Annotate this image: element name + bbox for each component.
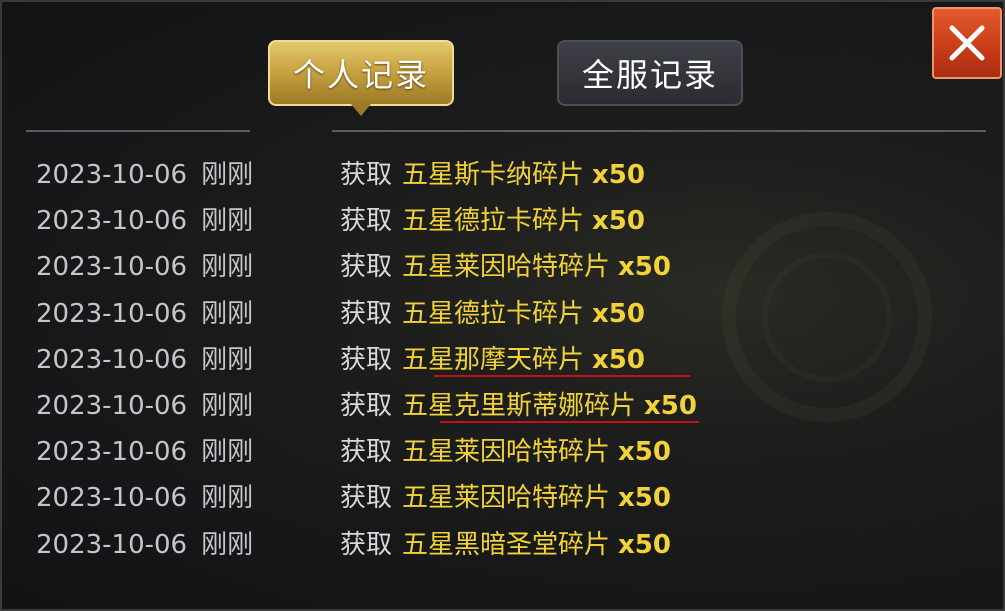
highlight-underline — [434, 375, 691, 377]
record-qty: x50 — [644, 390, 697, 421]
record-date: 2023-10-06 — [36, 437, 188, 468]
record-detail-row: 获取 五星黑暗圣堂碎片 x50 — [340, 524, 940, 570]
record-detail-row: 获取 五星德拉卡碎片 x50 — [340, 200, 940, 246]
record-qty: x50 — [592, 298, 645, 329]
record-time-row: 2023-10-06 刚刚 — [36, 293, 256, 339]
record-item: 五星德拉卡碎片 — [402, 206, 585, 237]
record-date: 2023-10-06 — [36, 344, 188, 375]
tab-server-label: 全服记录 — [581, 56, 718, 94]
record-verb: 获取 — [340, 390, 393, 421]
highlight-underline — [440, 421, 699, 423]
record-ago: 刚刚 — [201, 529, 254, 560]
record-time-row: 2023-10-06 刚刚 — [36, 154, 256, 200]
header-divider-right — [332, 130, 986, 132]
record-qty: x50 — [618, 529, 671, 560]
record-verb: 获取 — [340, 529, 393, 560]
record-time-row: 2023-10-06 刚刚 — [36, 246, 256, 292]
record-time-row: 2023-10-06 刚刚 — [36, 431, 256, 477]
tab-personal-records[interactable]: 个人记录 — [268, 40, 454, 116]
record-verb: 获取 — [340, 160, 393, 190]
record-detail-row: 获取 五星莱因哈特碎片 x50 — [340, 431, 940, 477]
record-verb: 获取 — [340, 252, 393, 283]
record-qty: x50 — [618, 252, 671, 283]
close-icon — [949, 25, 985, 61]
record-item: 五星斯卡纳碎片 — [402, 160, 585, 190]
record-date: 2023-10-06 — [36, 298, 188, 329]
record-detail-column: 获取 五星斯卡纳碎片 x50 获取 五星德拉卡碎片 x50 获取 五星莱因哈特碎片 x50 … — [340, 154, 940, 580]
record-qty: x50 — [592, 206, 645, 237]
record-time-row: 2023-10-06 刚刚 — [36, 200, 256, 246]
active-tab-pointer — [351, 104, 371, 116]
header-divider-left — [26, 130, 250, 132]
record-qty: x50 — [592, 344, 645, 375]
record-ago: 刚刚 — [201, 344, 254, 375]
record-detail-row: 获取 五星德拉卡碎片 x50 — [340, 293, 940, 339]
record-time-row: 2023-10-06 刚刚 — [36, 339, 256, 385]
record-qty: x50 — [592, 160, 645, 190]
record-date: 2023-10-06 — [36, 390, 188, 421]
tab-personal-label: 个人记录 — [292, 56, 429, 94]
record-verb: 获取 — [340, 298, 393, 329]
record-item: 五星莱因哈特碎片 — [402, 252, 611, 283]
record-time-column: 2023-10-06 刚刚 2023-10-06 刚刚 2023-10-06 刚刚 2… — [36, 154, 256, 580]
record-item: 五星德拉卡碎片 — [402, 298, 585, 329]
record-qty: x50 — [618, 437, 671, 468]
record-time-row: 2023-10-06 刚刚 — [36, 477, 256, 523]
record-ago: 刚刚 — [201, 252, 254, 283]
record-item: 五星黑暗圣堂碎片 — [402, 529, 611, 560]
record-date: 2023-10-06 — [36, 160, 188, 190]
record-verb: 获取 — [340, 483, 393, 514]
record-item: 五星莱因哈特碎片 — [402, 483, 611, 514]
record-detail-row: 获取 五星莱因哈特碎片 x50 — [340, 477, 940, 523]
record-item: 五星那摩天碎片 — [402, 344, 585, 375]
record-detail-row: 获取 五星斯卡纳碎片 x50 — [340, 154, 940, 200]
record-detail-row: 获取 五星克里斯蒂娜碎片 x50 — [340, 385, 940, 431]
record-ago: 刚刚 — [201, 206, 254, 237]
record-qty: x50 — [618, 483, 671, 514]
record-detail-row: 获取 五星莱因哈特碎片 x50 — [340, 246, 940, 292]
record-item: 五星克里斯蒂娜碎片 — [402, 390, 637, 421]
record-ago: 刚刚 — [201, 298, 254, 329]
record-ago: 刚刚 — [201, 483, 254, 514]
close-button[interactable] — [932, 7, 1002, 79]
record-date: 2023-10-06 — [36, 206, 188, 237]
record-verb: 获取 — [340, 344, 393, 375]
record-ago: 刚刚 — [201, 160, 254, 190]
record-verb: 获取 — [340, 206, 393, 237]
record-ago: 刚刚 — [201, 437, 254, 468]
record-time-row: 2023-10-06 刚刚 — [36, 524, 256, 570]
record-detail-row: 获取 五星那摩天碎片 x50 — [340, 339, 940, 385]
record-panel: 个人记录 全服记录 2023-10-06 刚刚 2023-10-06 刚刚 2023… — [0, 0, 1005, 611]
record-date: 2023-10-06 — [36, 529, 188, 560]
record-date: 2023-10-06 — [36, 483, 188, 514]
record-date: 2023-10-06 — [36, 252, 188, 283]
record-verb: 获取 — [340, 437, 393, 468]
record-ago: 刚刚 — [201, 390, 254, 421]
tab-server-records[interactable]: 全服记录 — [557, 40, 743, 106]
record-item: 五星莱因哈特碎片 — [402, 437, 611, 468]
record-time-row: 2023-10-06 刚刚 — [36, 385, 256, 431]
